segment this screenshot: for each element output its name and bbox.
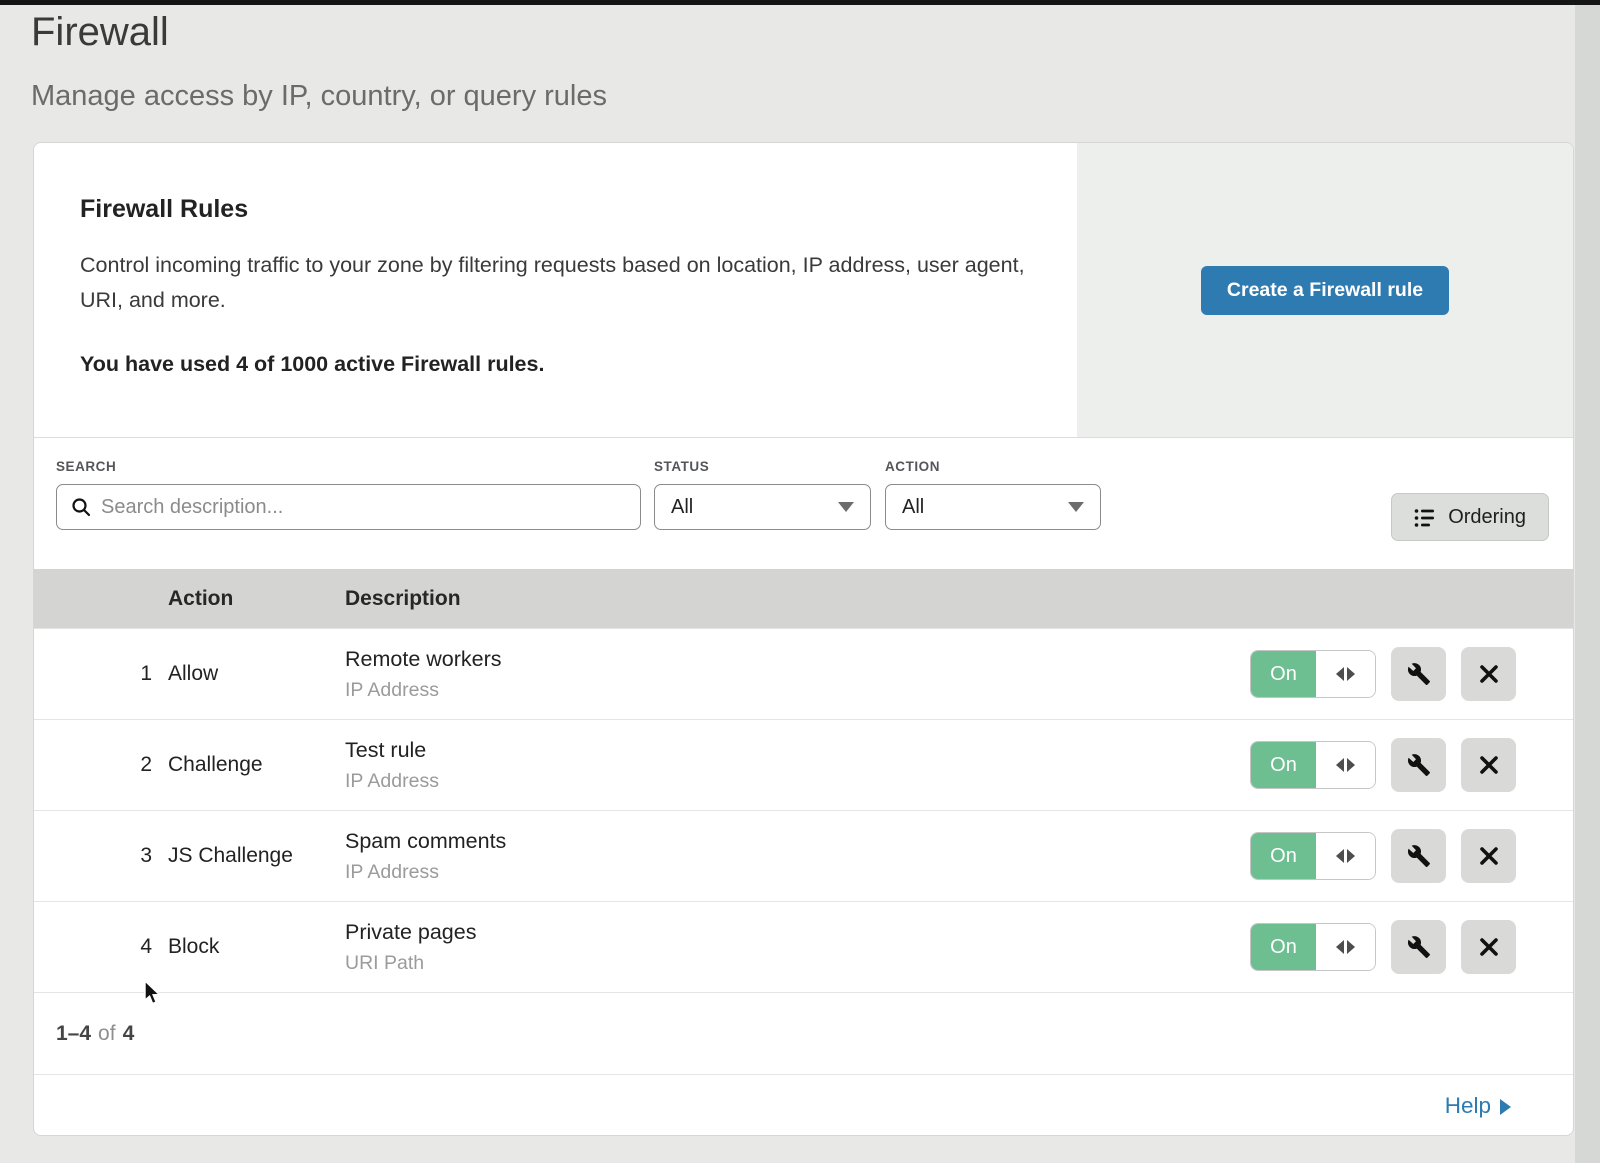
rule-description: Test rule	[345, 738, 1250, 763]
rule-match-type: IP Address	[345, 861, 1250, 884]
overview-description: Control incoming traffic to your zone by…	[80, 248, 1025, 318]
edit-rule-button[interactable]	[1391, 647, 1446, 701]
description-column-header: Description	[345, 587, 1573, 611]
action-select[interactable]: All	[885, 484, 1101, 530]
wrench-icon	[1407, 844, 1431, 868]
status-filter-group: STATUS All	[654, 459, 871, 530]
pagination-of: of	[98, 1022, 116, 1046]
search-input[interactable]	[101, 496, 626, 519]
rule-enabled-toggle[interactable]: On	[1250, 832, 1376, 880]
table-row: 4 Block Private pages URI Path On	[34, 901, 1573, 992]
rule-priority: 4	[34, 935, 168, 959]
overview-section: Firewall Rules Control incoming traffic …	[34, 143, 1573, 438]
toggle-on-state[interactable]: On	[1251, 924, 1316, 970]
rule-controls: On	[1250, 738, 1573, 792]
pagination-row: 1–4 of 4	[34, 992, 1573, 1074]
rule-action: Block	[168, 935, 345, 959]
search-icon	[71, 497, 91, 517]
rule-enabled-toggle[interactable]: On	[1250, 923, 1376, 971]
page-title: Firewall	[31, 10, 169, 55]
rule-match-type: IP Address	[345, 679, 1250, 702]
overview-heading: Firewall Rules	[80, 195, 1037, 224]
filters-bar: SEARCH STATUS All ACTION All	[34, 438, 1573, 569]
delete-rule-button[interactable]	[1461, 920, 1516, 974]
table-row: 3 JS Challenge Spam comments IP Address …	[34, 810, 1573, 901]
rule-priority: 1	[34, 662, 168, 686]
rule-description: Spam comments	[345, 829, 1250, 854]
chevron-down-icon	[838, 502, 854, 512]
pagination-total: 4	[123, 1022, 135, 1046]
wrench-icon	[1407, 935, 1431, 959]
search-input-wrap[interactable]	[56, 484, 641, 530]
rule-priority: 3	[34, 844, 168, 868]
window-right-edge	[1575, 0, 1600, 1163]
ordering-button[interactable]: Ordering	[1391, 493, 1549, 541]
edit-rule-button[interactable]	[1391, 920, 1446, 974]
table-row: 1 Allow Remote workers IP Address On	[34, 628, 1573, 719]
rule-match-type: IP Address	[345, 770, 1250, 793]
toggle-arrows-icon[interactable]	[1316, 833, 1375, 879]
arrow-right-icon	[1500, 1099, 1511, 1115]
toggle-arrows-icon[interactable]	[1316, 651, 1375, 697]
action-filter-group: ACTION All	[885, 459, 1101, 530]
wrench-icon	[1407, 662, 1431, 686]
page-subtitle: Manage access by IP, country, or query r…	[31, 80, 607, 113]
rule-match-type: URI Path	[345, 952, 1250, 975]
status-select-value: All	[671, 496, 693, 519]
overview-usage-text: You have used 4 of 1000 active Firewall …	[80, 352, 1037, 377]
ordering-button-label: Ordering	[1448, 506, 1526, 529]
action-column-header: Action	[168, 587, 345, 611]
rule-priority: 2	[34, 753, 168, 777]
status-select[interactable]: All	[654, 484, 871, 530]
help-link-label: Help	[1445, 1093, 1491, 1119]
rule-action: Challenge	[168, 753, 345, 777]
pagination-range: 1–4	[56, 1022, 91, 1046]
delete-rule-button[interactable]	[1461, 829, 1516, 883]
overview-text-panel: Firewall Rules Control incoming traffic …	[34, 143, 1077, 437]
edit-rule-button[interactable]	[1391, 829, 1446, 883]
rule-action: Allow	[168, 662, 345, 686]
rule-controls: On	[1250, 920, 1573, 974]
table-row: 2 Challenge Test rule IP Address On	[34, 719, 1573, 810]
window-top-edge	[0, 0, 1600, 5]
list-ordering-icon	[1414, 507, 1436, 527]
wrench-icon	[1407, 753, 1431, 777]
rule-description: Remote workers	[345, 647, 1250, 672]
rule-enabled-toggle[interactable]: On	[1250, 741, 1376, 789]
close-icon	[1478, 754, 1500, 776]
edit-rule-button[interactable]	[1391, 738, 1446, 792]
toggle-on-state[interactable]: On	[1251, 833, 1316, 879]
action-select-value: All	[902, 496, 924, 519]
rule-description: Private pages	[345, 920, 1250, 945]
toggle-on-state[interactable]: On	[1251, 742, 1316, 788]
delete-rule-button[interactable]	[1461, 647, 1516, 701]
search-label: SEARCH	[56, 459, 641, 474]
search-filter-group: SEARCH	[56, 459, 641, 530]
action-label: ACTION	[885, 459, 1101, 474]
close-icon	[1478, 845, 1500, 867]
rule-enabled-toggle[interactable]: On	[1250, 650, 1376, 698]
delete-rule-button[interactable]	[1461, 738, 1516, 792]
overview-action-panel: Create a Firewall rule	[1077, 143, 1573, 437]
toggle-arrows-icon[interactable]	[1316, 742, 1375, 788]
status-label: STATUS	[654, 459, 871, 474]
chevron-down-icon	[1068, 502, 1084, 512]
help-link[interactable]: Help	[1445, 1093, 1511, 1119]
help-row: Help	[34, 1074, 1573, 1136]
firewall-rules-card: Firewall Rules Control incoming traffic …	[33, 142, 1574, 1136]
toggle-arrows-icon[interactable]	[1316, 924, 1375, 970]
rule-controls: On	[1250, 829, 1573, 883]
toggle-on-state[interactable]: On	[1251, 651, 1316, 697]
create-firewall-rule-button[interactable]: Create a Firewall rule	[1201, 266, 1449, 315]
rule-controls: On	[1250, 647, 1573, 701]
close-icon	[1478, 936, 1500, 958]
close-icon	[1478, 663, 1500, 685]
table-header: Action Description	[34, 569, 1573, 628]
rule-action: JS Challenge	[168, 844, 345, 868]
